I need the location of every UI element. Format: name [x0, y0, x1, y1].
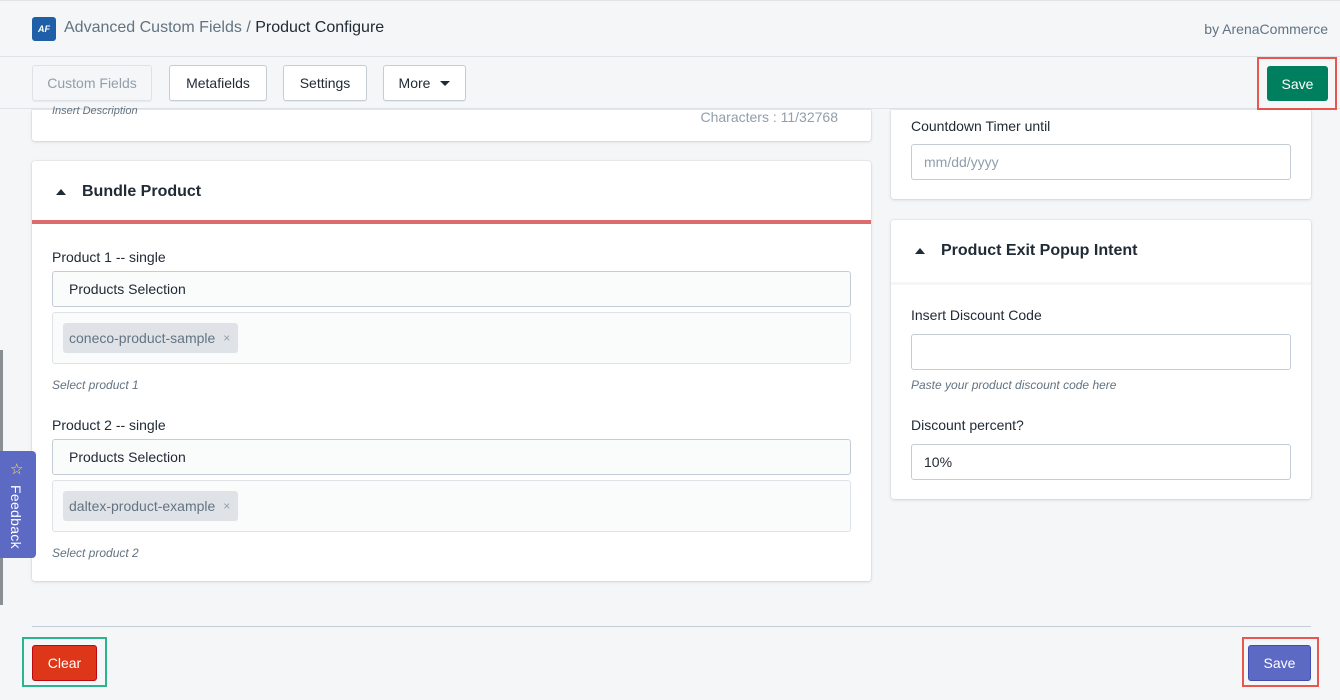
- section-accent-bar: [32, 220, 871, 224]
- clear-button[interactable]: Clear: [32, 645, 97, 681]
- discount-code-hint: Paste your product discount code here: [911, 378, 1117, 392]
- metafields-button[interactable]: Metafields: [169, 65, 267, 101]
- bundle-section-title: Bundle Product: [82, 183, 202, 200]
- discount-percent-label: Discount percent?: [911, 417, 1024, 433]
- app-logo-icon: AF: [32, 17, 56, 41]
- app-header: AF Advanced Custom Fields / Product Conf…: [0, 0, 1340, 57]
- custom-fields-button[interactable]: Custom Fields: [32, 65, 152, 101]
- product-2-tag-label: daltex-product-example: [69, 498, 216, 514]
- exit-popup-section-header[interactable]: Product Exit Popup Intent: [915, 242, 1137, 260]
- save-top-button[interactable]: Save: [1267, 66, 1328, 101]
- product-1-label: Product 1 -- single: [52, 249, 166, 265]
- breadcrumb-separator: /: [246, 19, 251, 36]
- section-divider: [891, 282, 1311, 285]
- collapse-caret-icon: [915, 248, 925, 254]
- feedback-tab[interactable]: ☆ Feedback: [0, 451, 36, 558]
- page-title: Product Configure: [255, 19, 385, 36]
- bundle-section-header[interactable]: Bundle Product: [56, 183, 201, 201]
- vendor-byline: by ArenaCommerce: [1204, 21, 1328, 37]
- collapse-caret-icon: [56, 189, 66, 195]
- countdown-card: Countdown Timer until mm/dd/yyyy: [891, 110, 1311, 199]
- remove-tag-icon[interactable]: ×: [223, 499, 230, 513]
- countdown-date-input[interactable]: mm/dd/yyyy: [911, 144, 1291, 180]
- product-2-tag: daltex-product-example ×: [63, 491, 239, 521]
- product-1-hint: Select product 1: [52, 378, 139, 392]
- discount-code-input[interactable]: [911, 334, 1291, 370]
- settings-button[interactable]: Settings: [283, 65, 367, 101]
- bundle-product-card: Bundle Product Product 1 -- single Produ…: [32, 161, 871, 581]
- product-2-label: Product 2 -- single: [52, 417, 166, 433]
- feedback-label: Feedback: [8, 485, 24, 549]
- breadcrumb-app[interactable]: Advanced Custom Fields: [64, 19, 242, 36]
- countdown-label: Countdown Timer until: [911, 118, 1051, 134]
- save-bottom-button[interactable]: Save: [1248, 645, 1311, 681]
- breadcrumb: Advanced Custom Fields / Product Configu…: [64, 19, 384, 37]
- logo-text: AF: [38, 24, 50, 34]
- star-icon: ☆: [10, 461, 24, 478]
- discount-code-label: Insert Discount Code: [911, 307, 1042, 323]
- exit-popup-card: Product Exit Popup Intent Insert Discoun…: [891, 220, 1311, 499]
- exit-popup-section-title: Product Exit Popup Intent: [941, 242, 1138, 259]
- chevron-down-icon: [440, 80, 451, 86]
- toolbar: Custom Fields Metafields Settings More: [0, 57, 1340, 109]
- remove-tag-icon[interactable]: ×: [223, 331, 230, 345]
- more-button[interactable]: More: [383, 65, 466, 101]
- product-1-tag-box[interactable]: coneco-product-sample ×: [52, 312, 851, 364]
- description-card: Insert Description Characters : 11/32768: [32, 105, 871, 141]
- more-label: More: [398, 75, 431, 91]
- product-2-selector[interactable]: Products Selection: [52, 439, 851, 475]
- product-1-selector[interactable]: Products Selection: [52, 271, 851, 307]
- footer-divider: [32, 626, 1311, 627]
- character-count: Characters : 11/32768: [700, 109, 839, 125]
- product-1-tag: coneco-product-sample ×: [63, 323, 239, 353]
- product-2-tag-box[interactable]: daltex-product-example ×: [52, 480, 851, 532]
- product-2-hint: Select product 2: [52, 546, 139, 560]
- product-1-tag-label: coneco-product-sample: [69, 330, 216, 346]
- discount-percent-input[interactable]: 10%: [911, 444, 1291, 480]
- description-hint: Insert Description: [52, 105, 138, 117]
